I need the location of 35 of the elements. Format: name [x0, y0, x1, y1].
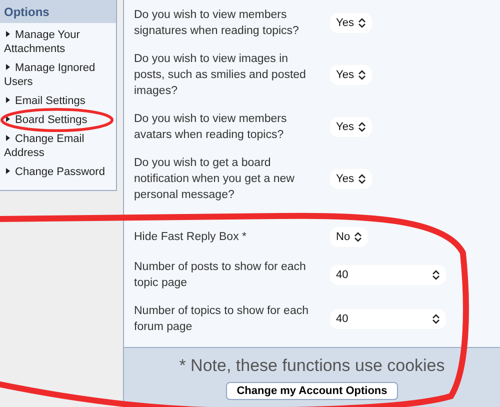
select-dropdown[interactable]: No: [330, 227, 368, 247]
chevron-icon: [354, 232, 362, 242]
sidebar-link[interactable]: Change Password: [4, 165, 112, 179]
select-dropdown[interactable]: Yes: [330, 169, 372, 189]
chevron-icon: [432, 270, 440, 280]
setting-label: Do you wish to view images in posts, such as smilies and posted images?: [134, 52, 307, 99]
bullet-icon: [6, 135, 10, 141]
select-dropdown[interactable]: 40: [330, 265, 446, 285]
setting-label: Do you wish to view members avatars when reading topics?: [134, 112, 288, 143]
bullet-icon: [6, 64, 10, 70]
sidebar-link[interactable]: Manage Ignored Users: [4, 61, 112, 89]
select-dropdown[interactable]: 40: [330, 309, 446, 329]
panel-title: Options: [0, 0, 116, 23]
sidebar-link[interactable]: Email Settings: [4, 94, 112, 108]
chevron-icon: [358, 70, 366, 80]
setting-label: Do you wish to get a board notification when you get a new personal message?: [134, 156, 296, 203]
chevron-icon: [358, 174, 366, 184]
select-dropdown[interactable]: Yes: [330, 117, 372, 137]
bullet-icon: [6, 97, 10, 103]
select-dropdown[interactable]: Yes: [330, 65, 372, 85]
bullet-icon: [6, 116, 10, 122]
bullet-icon: [6, 31, 10, 37]
sidebar-link[interactable]: Change Email Address: [4, 132, 112, 160]
chevron-icon: [432, 314, 440, 324]
setting-label: Do you wish to view members signatures when reading topics?: [134, 8, 300, 39]
chevron-icon: [358, 122, 366, 132]
bullet-icon: [6, 168, 10, 174]
chevron-icon: [358, 18, 366, 28]
setting-label: Number of topics to show for each forum page: [134, 304, 310, 335]
setting-label: Number of posts to show for each topic page: [134, 260, 307, 291]
select-dropdown[interactable]: Yes: [330, 13, 372, 33]
submit-button[interactable]: Change my Account Options: [226, 382, 398, 400]
sidebar-link[interactable]: Manage Your Attachments: [4, 28, 112, 56]
cookie-note: * Note, these functions use cookies: [179, 356, 445, 376]
setting-label: Hide Fast Reply Box *: [134, 230, 248, 245]
